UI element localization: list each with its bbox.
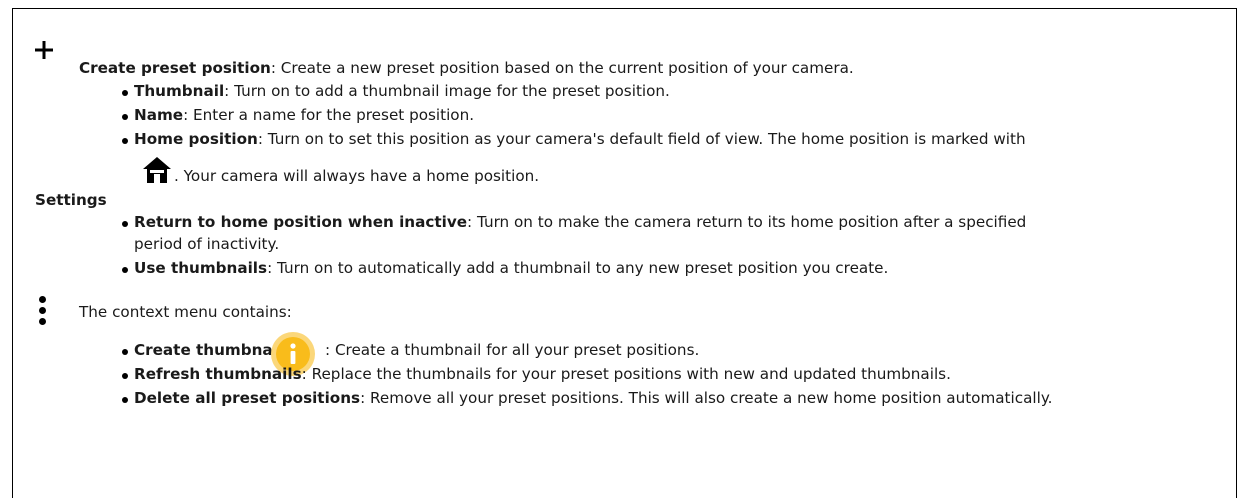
- item-text: Enter a name for the preset position.: [188, 106, 475, 124]
- bullet: [122, 373, 128, 379]
- item-text: : Create a thumbnail for all your preset…: [325, 341, 700, 359]
- item-label: Use thumbnails: [134, 259, 268, 277]
- context-menu-intro: The context menu contains:: [79, 303, 292, 321]
- plus-icon[interactable]: [34, 40, 54, 60]
- item-continuation: period of inactivity.: [134, 235, 280, 253]
- bullet: [122, 138, 128, 144]
- list-item: Home position: Turn on to set this posit…: [134, 130, 1026, 148]
- list-item: Thumbnail: Turn on to add a thumbnail im…: [134, 82, 670, 100]
- settings-heading: Settings: [35, 191, 107, 209]
- item-label: Return to home position when inactive: [134, 213, 468, 231]
- item-text: Turn on to automatically add a thumbnail…: [272, 259, 889, 277]
- item-text: Turn on to add a thumbnail image for the…: [229, 82, 670, 100]
- kebab-icon[interactable]: [39, 296, 47, 332]
- home-icon: [142, 156, 172, 184]
- bullet: [122, 267, 128, 273]
- list-item: Use thumbnails: Turn on to automatically…: [134, 259, 888, 277]
- item-label: Home position: [134, 130, 258, 148]
- create-preset-text: Create a new preset position based on th…: [275, 59, 854, 77]
- list-item: Name: Enter a name for the preset positi…: [134, 106, 474, 124]
- item-text: Turn on to make the camera return to its…: [472, 213, 1027, 231]
- bullet: [122, 114, 128, 120]
- list-item: Create thumbnails: [134, 341, 292, 359]
- item-label: Name: [134, 106, 184, 124]
- bullet: [122, 90, 128, 96]
- list-item: Refresh thumbnails: Replace the thumbnai…: [134, 365, 951, 383]
- item-label: Delete all preset positions: [134, 389, 361, 407]
- item-text: Replace the thumbnails for your preset p…: [306, 365, 951, 383]
- item-text: Remove all your preset positions. This w…: [365, 389, 1053, 407]
- item-label: Thumbnail: [134, 82, 225, 100]
- create-preset-description: Create preset position: Create a new pre…: [79, 59, 854, 77]
- list-item: Delete all preset positions: Remove all …: [134, 389, 1052, 407]
- item-label: Refresh thumbnails: [134, 365, 302, 383]
- bullet: [122, 349, 128, 355]
- create-preset-label: Create preset position: [79, 59, 271, 77]
- item-text: Turn on to set this position as your cam…: [262, 130, 1026, 148]
- bullet: [122, 221, 128, 227]
- item-label: Create thumbnails: [134, 341, 293, 359]
- bullet: [122, 397, 128, 403]
- home-position-continuation: . Your camera will always have a home po…: [174, 167, 540, 185]
- list-item: Return to home position when inactive: T…: [134, 213, 1026, 231]
